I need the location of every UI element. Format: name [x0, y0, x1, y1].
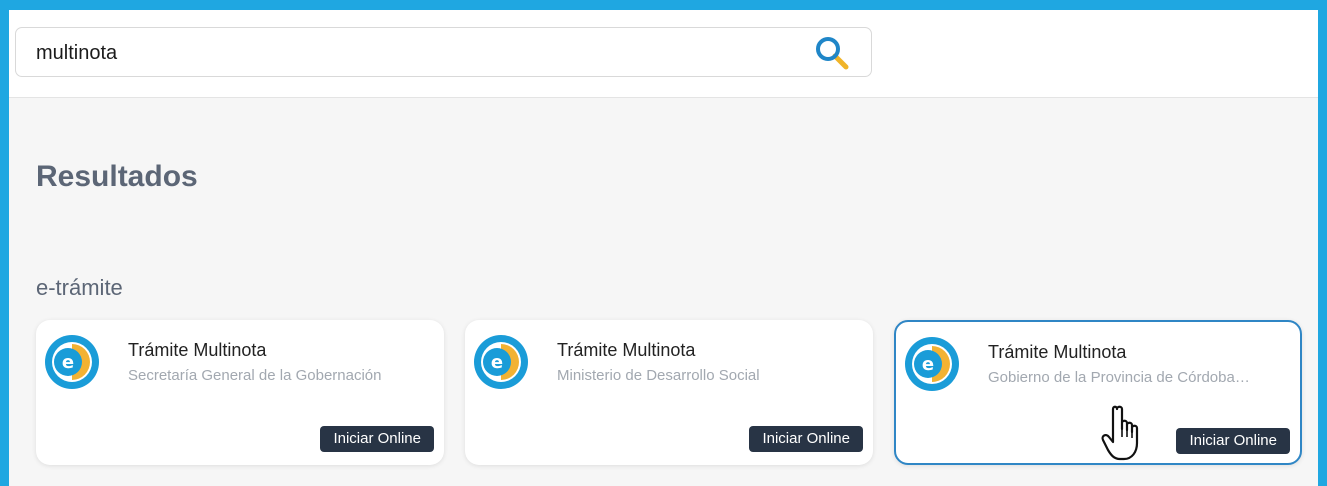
card-title: Trámite Multinota	[988, 342, 1127, 362]
page-frame: multinota Resultados e-trámite e Trámite…	[9, 10, 1318, 486]
result-card-active[interactable]: e Trámite Multinota Gobierno de la Provi…	[894, 320, 1302, 465]
svg-text:e: e	[491, 352, 503, 373]
card-title: Trámite Multinota	[557, 340, 696, 360]
card-subtitle: Secretaría General de la Gobernación	[128, 367, 382, 384]
card-title: Trámite Multinota	[128, 340, 267, 360]
results-heading: Resultados	[36, 160, 198, 193]
e-tramite-logo-icon: e	[474, 335, 528, 389]
iniciar-online-button[interactable]: Iniciar Online	[749, 426, 863, 452]
e-tramite-logo-icon: e	[905, 337, 959, 391]
search-input[interactable]: multinota	[15, 27, 872, 77]
card-subtitle: Gobierno de la Provincia de Córdoba…	[988, 369, 1250, 386]
iniciar-online-button[interactable]: Iniciar Online	[1176, 428, 1290, 454]
e-tramite-logo-icon: e	[45, 335, 99, 389]
hand-pointer-cursor-icon	[1101, 405, 1139, 461]
svg-text:e: e	[922, 354, 934, 375]
search-input-value: multinota	[36, 42, 118, 64]
result-card[interactable]: e Trámite Multinota Ministerio de Desarr…	[465, 320, 873, 465]
search-bar-area: multinota	[9, 10, 1318, 98]
section-title: e-trámite	[36, 275, 123, 300]
svg-text:e: e	[62, 352, 74, 373]
iniciar-online-button[interactable]: Iniciar Online	[320, 426, 434, 452]
result-card[interactable]: e Trámite Multinota Secretaría General d…	[36, 320, 444, 465]
card-subtitle: Ministerio de Desarrollo Social	[557, 367, 760, 384]
search-icon[interactable]	[813, 35, 853, 73]
